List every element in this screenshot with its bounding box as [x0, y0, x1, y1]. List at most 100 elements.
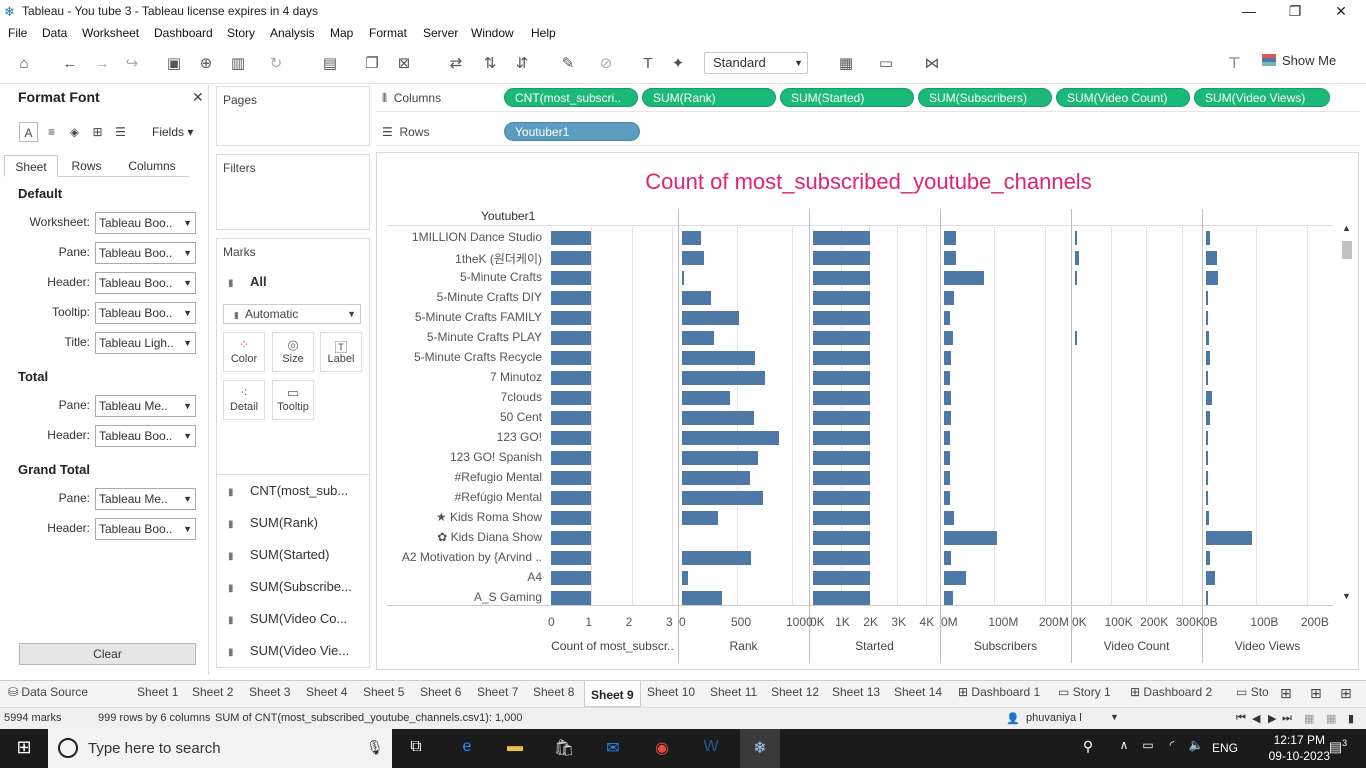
- marks-all[interactable]: ▮ All: [228, 274, 267, 289]
- tab-sheet-1[interactable]: Sheet 1: [137, 685, 178, 699]
- task-view-icon[interactable]: ⧉: [404, 738, 428, 760]
- tooltip-card[interactable]: ▭ Tooltip: [272, 380, 314, 420]
- menu-format[interactable]: Format: [369, 26, 407, 40]
- grand-total-header-font-select[interactable]: Tableau Boo.. ▼: [95, 518, 196, 540]
- pin-toolbar-icon[interactable]: ⊤: [1224, 54, 1244, 74]
- last-page-icon[interactable]: ⏭: [1282, 712, 1292, 725]
- microphone-icon[interactable]: 🎙: [366, 739, 384, 756]
- close-format-icon[interactable]: ✕: [192, 89, 204, 106]
- detail-card[interactable]: ⁖ Detail: [223, 380, 265, 420]
- column-pill[interactable]: SUM(Started): [780, 88, 914, 107]
- menu-analysis[interactable]: Analysis: [270, 26, 315, 40]
- menu-help[interactable]: Help: [531, 26, 556, 40]
- header-font-select[interactable]: Tableau Boo.. ▼: [95, 272, 196, 294]
- next-page-icon[interactable]: ▶: [1268, 712, 1276, 725]
- new-story-tab-icon[interactable]: ⊞: [1340, 685, 1352, 702]
- clear-sheet-icon[interactable]: ⊠: [394, 54, 414, 74]
- chevron-down-icon[interactable]: ▼: [1110, 712, 1119, 722]
- fields-dropdown[interactable]: Fields ▾: [152, 125, 193, 139]
- mail-icon[interactable]: ✉: [601, 738, 625, 760]
- menu-worksheet[interactable]: Worksheet: [82, 26, 139, 40]
- marks-measure-item[interactable]: ▮ SUM(Video Vie...: [228, 643, 349, 658]
- menu-file[interactable]: File: [8, 26, 27, 40]
- prev-page-icon[interactable]: ◀: [1252, 712, 1260, 725]
- list-view-icon[interactable]: ▦: [1326, 712, 1336, 725]
- tab-sheet-13[interactable]: Sheet 13: [832, 685, 880, 699]
- notification-icon[interactable]: ▤3: [1326, 738, 1350, 760]
- tab-sheet-8[interactable]: Sheet 8: [533, 685, 574, 699]
- column-pill[interactable]: SUM(Video Views): [1194, 88, 1330, 107]
- columns-shelf[interactable]: ⫴ Columns CNT(most_subscri.. SUM(Rank) S…: [376, 84, 1360, 112]
- taskbar-search[interactable]: Type here to search 🎙: [48, 729, 392, 768]
- rows-shelf[interactable]: ☰ Rows Youtuber1: [376, 118, 1360, 146]
- tab-data-source[interactable]: ⛁ Data Source: [8, 685, 88, 699]
- edge-icon[interactable]: e: [455, 738, 479, 760]
- redo-icon[interactable]: →: [92, 54, 112, 74]
- tab-dashboard-2[interactable]: ⊞ Dashboard 2: [1130, 685, 1212, 699]
- first-page-icon[interactable]: ⏮: [1236, 712, 1246, 725]
- tab-story-1[interactable]: ▭ Story 1: [1058, 685, 1111, 699]
- pages-shelf[interactable]: Pages: [216, 86, 370, 146]
- file-explorer-icon[interactable]: ▬: [503, 738, 527, 760]
- wifi-icon[interactable]: ◜: [1160, 738, 1184, 760]
- title-font-select[interactable]: Tableau Ligh.. ▼: [95, 332, 196, 354]
- battery-icon[interactable]: ▭: [1136, 738, 1160, 760]
- menu-server[interactable]: Server: [423, 26, 458, 40]
- taskbar-clock[interactable]: 12:17 PM 09-10-2023: [1269, 732, 1330, 764]
- word-icon[interactable]: W: [699, 738, 723, 760]
- tab-sheet-7[interactable]: Sheet 7: [477, 685, 518, 699]
- fit-dropdown[interactable]: Standard ▼: [704, 52, 808, 74]
- tab-sheet[interactable]: Sheet: [4, 155, 58, 177]
- replay-icon[interactable]: ↪: [122, 54, 142, 74]
- marks-measure-item[interactable]: ▮ SUM(Subscribe...: [228, 579, 352, 594]
- highlight-icon[interactable]: ✎: [558, 54, 578, 74]
- marks-measure-item[interactable]: ▮ CNT(most_sub...: [228, 483, 348, 498]
- tab-sheet-9[interactable]: Sheet 9: [584, 681, 641, 707]
- tab-sheet-4[interactable]: Sheet 4: [306, 685, 347, 699]
- column-pill[interactable]: SUM(Subscribers): [918, 88, 1052, 107]
- menu-dashboard[interactable]: Dashboard: [154, 26, 213, 40]
- duplicate-sheet-icon[interactable]: ❐: [362, 54, 382, 74]
- refresh-icon[interactable]: ↻: [266, 54, 286, 74]
- menu-data[interactable]: Data: [42, 26, 67, 40]
- new-datasource-icon[interactable]: ⊕: [196, 54, 216, 74]
- row-pill[interactable]: Youtuber1: [504, 122, 640, 141]
- filmstrip-view-icon[interactable]: ▮: [1348, 712, 1354, 725]
- show-me-button[interactable]: Show Me: [1262, 53, 1336, 68]
- people-icon[interactable]: ⚲: [1076, 738, 1100, 760]
- sort-descending-icon[interactable]: ⇵: [512, 54, 532, 74]
- tray-chevron-icon[interactable]: ∧: [1112, 738, 1136, 760]
- sort-ascending-icon[interactable]: ⇅: [480, 54, 500, 74]
- tab-sheet-11[interactable]: Sheet 11: [710, 685, 757, 699]
- tab-sheet-10[interactable]: Sheet 10: [647, 685, 695, 699]
- scroll-thumb[interactable]: [1342, 241, 1352, 259]
- chrome-icon[interactable]: ◉: [650, 738, 674, 760]
- volume-icon[interactable]: 🔈: [1184, 738, 1208, 760]
- tab-columns[interactable]: Columns: [115, 155, 189, 177]
- label-icon[interactable]: T: [638, 54, 658, 74]
- pin-icon[interactable]: ✦: [668, 54, 688, 74]
- lines-format-icon[interactable]: ☰: [111, 122, 130, 142]
- tableau-taskbar-icon[interactable]: ❄: [740, 729, 780, 768]
- minimize-button[interactable]: —: [1226, 2, 1272, 22]
- menu-map[interactable]: Map: [330, 26, 353, 40]
- tab-sheet-5[interactable]: Sheet 5: [363, 685, 404, 699]
- tab-sheet-2[interactable]: Sheet 2: [192, 685, 233, 699]
- group-icon[interactable]: ⊘: [596, 54, 616, 74]
- marks-measure-item[interactable]: ▮ SUM(Rank): [228, 515, 318, 530]
- save-icon[interactable]: ▣: [164, 54, 184, 74]
- home-icon[interactable]: ⌂: [14, 54, 34, 74]
- tooltip-font-select[interactable]: Tableau Boo.. ▼: [95, 302, 196, 324]
- new-worksheet-icon[interactable]: ▤: [320, 54, 340, 74]
- maximize-button[interactable]: ❐: [1272, 2, 1318, 22]
- menu-story[interactable]: Story: [227, 26, 255, 40]
- column-pill[interactable]: SUM(Video Count): [1056, 88, 1190, 107]
- tab-sheet-3[interactable]: Sheet 3: [249, 685, 290, 699]
- presentation-icon[interactable]: ▭: [876, 54, 896, 74]
- mark-type-dropdown[interactable]: ▮ Automatic ▼: [223, 304, 361, 324]
- column-pill[interactable]: SUM(Rank): [642, 88, 776, 107]
- vertical-scrollbar[interactable]: ▲ ▼: [1340, 223, 1354, 605]
- marks-measure-item[interactable]: ▮ SUM(Video Co...: [228, 611, 347, 626]
- clear-button[interactable]: Clear: [19, 643, 196, 665]
- tab-sheet-12[interactable]: Sheet 12: [771, 685, 819, 699]
